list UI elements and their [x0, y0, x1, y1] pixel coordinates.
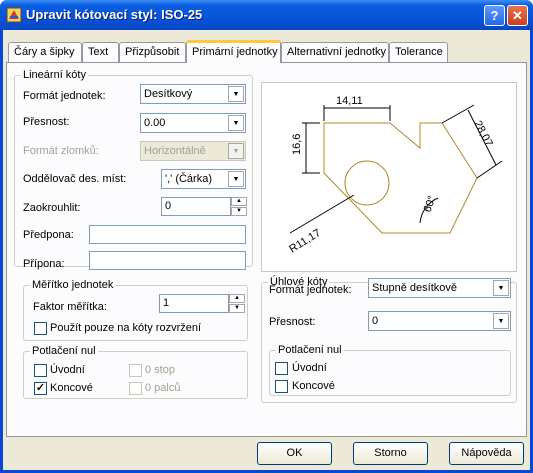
tab-lines-arrows[interactable]: Čáry a šipky [8, 42, 82, 62]
round-off-label: Zaokrouhlit: [23, 202, 81, 214]
leading-zero-checkbox[interactable] [34, 364, 47, 377]
scale-factor-input[interactable]: 1 [159, 294, 229, 313]
dialog-client: Čáry a šipky Text Přizpůsobit Primární j… [3, 30, 530, 470]
spin-down-icon[interactable]: ▼ [231, 207, 247, 216]
tab-fit[interactable]: Přizpůsobit [119, 42, 186, 62]
spin-up-icon[interactable]: ▲ [229, 294, 245, 303]
right-dimension-text: 28,07 [471, 119, 495, 149]
scale-factor-value: 1 [163, 297, 170, 309]
leading-zero-label: Úvodní [50, 364, 85, 376]
spin-up-icon[interactable]: ▲ [231, 197, 247, 206]
spin-down-icon[interactable]: ▼ [229, 304, 245, 313]
title-bar[interactable]: Upravit kótovací styl: ISO-25 ? ✕ [0, 0, 533, 30]
decimal-separator-label: Oddělovač des. míst: [23, 173, 127, 185]
chevron-down-icon[interactable]: ▼ [493, 313, 509, 329]
unit-format-value: Desítkový [144, 88, 193, 100]
zero-feet-label: 0 stop [145, 364, 175, 376]
angular-unit-format-select[interactable]: Stupně desítkově ▼ [368, 278, 511, 298]
top-dimension-text: 14,11 [336, 95, 363, 107]
cancel-button[interactable]: Storno [353, 442, 428, 465]
angle-dimension-text: 60° [422, 194, 439, 214]
close-button[interactable]: ✕ [507, 5, 528, 26]
scale-factor-spinner[interactable]: ▲ ▼ [229, 294, 245, 313]
tab-alternate-units[interactable]: Alternativní jednotky [281, 42, 389, 62]
angular-trailing-zero-label: Koncové [292, 380, 335, 392]
layout-only-checkbox[interactable] [34, 322, 47, 335]
tab-tolerances[interactable]: Tolerance [389, 42, 448, 62]
angular-leading-zero-label: Úvodní [292, 362, 327, 374]
angular-leading-zero-checkbox[interactable] [275, 362, 288, 375]
left-dimension-text: 16,6 [291, 134, 303, 155]
round-off-input[interactable]: 0 [161, 197, 231, 216]
help-title-button[interactable]: ? [484, 5, 505, 26]
chevron-down-icon[interactable]: ▼ [228, 86, 244, 102]
layout-only-label: Použít pouze na kóty rozvržení [50, 322, 202, 334]
scale-factor-label: Faktor měřítka: [33, 301, 107, 313]
precision-value: 0.00 [144, 117, 166, 129]
preview-drawing: 14,11 16,6 28,07 60° R11,17 [287, 95, 503, 256]
prefix-input[interactable] [89, 225, 246, 244]
round-off-value: 0 [165, 200, 172, 212]
suffix-label: Přípona: [23, 258, 65, 270]
trailing-zero-label: Koncové [50, 382, 93, 394]
ok-button[interactable]: OK [257, 442, 332, 465]
fraction-format-value: Horizontálně [144, 145, 206, 157]
zero-inches-checkbox [129, 382, 142, 395]
window-title: Upravit kótovací styl: ISO-25 [26, 7, 203, 22]
prefix-label: Předpona: [23, 229, 74, 241]
precision-select[interactable]: 0.00 ▼ [140, 113, 246, 133]
angular-unit-format-value: Stupně desítkově [372, 282, 458, 294]
precision-label: Přesnost: [23, 116, 70, 128]
angular-precision-label: Přesnost: [269, 316, 316, 328]
decimal-separator-value: ',' (Čárka) [165, 173, 212, 185]
angular-unit-format-label: Formát jednotek: [269, 284, 352, 296]
decimal-separator-select[interactable]: ',' (Čárka) ▼ [161, 169, 246, 189]
tab-primary-units[interactable]: Primární jednotky [186, 40, 281, 63]
tab-text[interactable]: Text [82, 42, 119, 62]
zero-angular-title: Potlačení nul [276, 344, 344, 356]
dialog-window: Upravit kótovací styl: ISO-25 ? ✕ Čáry a… [0, 0, 533, 473]
angular-precision-value: 0 [372, 315, 379, 327]
help-button[interactable]: Nápověda [449, 442, 524, 465]
chevron-down-icon[interactable]: ▼ [228, 115, 244, 131]
trailing-zero-checkbox[interactable]: ✓ [34, 382, 47, 395]
chevron-down-icon[interactable]: ▼ [228, 171, 244, 187]
dimension-preview: 14,11 16,6 28,07 60° R11,17 [261, 82, 517, 272]
suffix-input[interactable] [89, 251, 246, 270]
round-off-spinner[interactable]: ▲ ▼ [231, 197, 247, 216]
unit-format-label: Formát jednotek: [23, 90, 106, 102]
angular-precision-select[interactable]: 0 ▼ [368, 311, 511, 331]
unit-format-select[interactable]: Desítkový ▼ [140, 84, 246, 104]
app-icon [6, 7, 22, 23]
linear-group-title: Lineární kóty [21, 69, 88, 81]
angular-trailing-zero-checkbox[interactable] [275, 380, 288, 393]
chevron-down-icon: ▼ [228, 143, 244, 159]
chevron-down-icon[interactable]: ▼ [493, 280, 509, 296]
fraction-format-select: Horizontálně ▼ [140, 141, 246, 161]
zero-linear-title: Potlačení nul [30, 345, 98, 357]
zero-inches-label: 0 palců [145, 382, 181, 394]
scale-group-title: Měřítko jednotek [30, 279, 116, 291]
zero-feet-checkbox [129, 364, 142, 377]
fraction-format-label: Formát zlomků: [23, 145, 99, 157]
